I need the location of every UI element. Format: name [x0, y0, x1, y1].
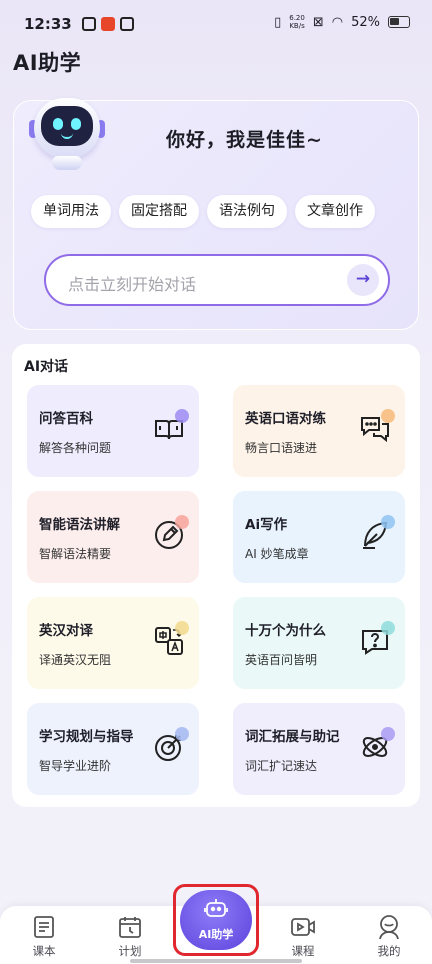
nav-ai-assist-highlight: AI助学	[173, 884, 259, 956]
open-book-icon	[153, 409, 189, 445]
nav-ai-assist[interactable]: AI助学	[180, 890, 252, 950]
card-grammar-explain[interactable]: 智能语法讲解 智解语法精要	[27, 491, 199, 583]
wifi-icon: ◠	[331, 14, 344, 30]
vibrate-icon: ▯	[274, 14, 282, 30]
chat-placeholder: 点击立刻开始对话	[68, 275, 197, 294]
question-bubble-icon	[359, 621, 395, 657]
nav-plan[interactable]: 计划	[100, 914, 160, 959]
video-course-icon	[290, 914, 316, 940]
translate-icon	[153, 621, 189, 657]
play-notification-icon	[82, 17, 96, 31]
battery-icon	[388, 16, 410, 28]
nav-course[interactable]: 课程	[273, 914, 333, 959]
robot-icon	[204, 898, 228, 920]
card-translation[interactable]: 英汉对译 译通英汉无阻	[27, 597, 199, 689]
chip-word-usage[interactable]: 单词用法	[31, 195, 111, 228]
quick-prompt-chips: 单词用法 固定搭配 语法例句 文章创作	[31, 195, 375, 228]
feather-pen-icon	[359, 515, 395, 551]
pencil-circle-icon	[153, 515, 189, 551]
chip-collocation[interactable]: 固定搭配	[119, 195, 199, 228]
status-right: ▯ 6.20 KB/s ⊠ ◠ 52%	[274, 14, 410, 30]
send-arrow-icon[interactable]: →	[347, 264, 379, 296]
card-study-planning[interactable]: 学习规划与指导 智导学业进阶	[27, 703, 199, 795]
chip-essay-writing[interactable]: 文章创作	[295, 195, 375, 228]
notification-icons	[82, 17, 134, 31]
battery-percent: 52%	[351, 14, 380, 30]
atom-icon	[359, 727, 395, 763]
status-time: 12:33	[24, 15, 72, 33]
profile-icon	[376, 914, 402, 940]
status-bar: 12:33 ▯ 6.20 KB/s ⊠ ◠ 52%	[0, 0, 432, 48]
card-hundred-thousand-whys[interactable]: 十万个为什么 英语百问皆明	[233, 597, 405, 689]
home-indicator	[130, 959, 302, 963]
page-title: AI助学	[13, 51, 82, 75]
ai-dialog-section: AI对话 问答百科 解答各种问题 英语口语对练 畅言口语速进 智能语法讲解 智解…	[12, 344, 420, 807]
assistant-greeting: 你好，我是佳佳~	[166, 129, 323, 151]
link-notification-icon	[120, 17, 134, 31]
card-oral-practice[interactable]: 英语口语对练 畅言口语速进	[233, 385, 405, 477]
app-notification-icon	[101, 17, 115, 31]
textbook-icon	[31, 914, 57, 940]
target-icon	[153, 727, 189, 763]
card-qa-encyclopedia[interactable]: 问答百科 解答各种问题	[27, 385, 199, 477]
card-vocab-expansion[interactable]: 词汇拓展与助记 词汇扩记速达	[233, 703, 405, 795]
chat-bubbles-icon	[359, 409, 395, 445]
chip-grammar-example[interactable]: 语法例句	[207, 195, 287, 228]
nav-textbook[interactable]: 课本	[14, 914, 74, 959]
calendar-icon	[117, 914, 143, 940]
nav-profile[interactable]: 我的	[359, 914, 419, 959]
section-title: AI对话	[24, 359, 69, 375]
card-ai-writing[interactable]: Ai写作 AI 妙笔成章	[233, 491, 405, 583]
net-speed: 6.20 KB/s	[289, 14, 305, 30]
sim-icon: ⊠	[312, 14, 324, 30]
robot-mascot	[28, 94, 105, 172]
chat-start-input[interactable]: 点击立刻开始对话 →	[44, 254, 390, 306]
